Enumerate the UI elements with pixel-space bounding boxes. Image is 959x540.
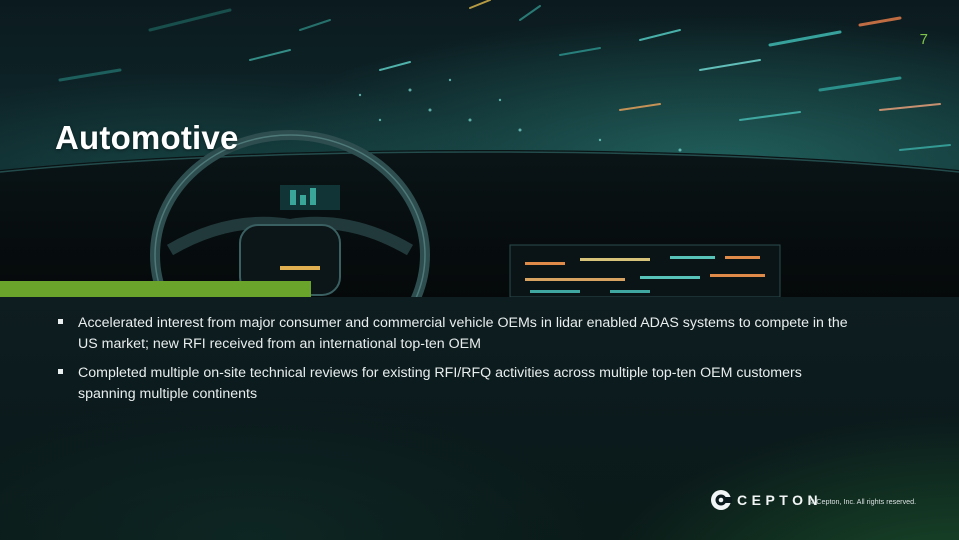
bullet-text: Accelerated interest from major consumer…: [78, 315, 848, 352]
bullet-text: Completed multiple on-site technical rev…: [78, 365, 802, 402]
slide-title: Automotive: [55, 119, 239, 156]
bullet-list: Accelerated interest from major consumer…: [56, 313, 856, 413]
bullet-item: Accelerated interest from major consumer…: [56, 313, 856, 355]
footer: CEPTON © Cepton, Inc. All rights reserve…: [710, 489, 925, 513]
square-bullet-icon: [58, 369, 63, 374]
square-bullet-icon: [58, 319, 63, 324]
copyright-notice: © Cepton, Inc. All rights reserved.: [809, 497, 917, 506]
bullet-item: Completed multiple on-site technical rev…: [56, 363, 856, 405]
cepton-logo-icon: [711, 490, 732, 510]
slide: 7 Automotive Accelerated interest from m…: [0, 0, 959, 540]
page-number: 7: [919, 31, 928, 48]
accent-bar: [0, 281, 311, 297]
